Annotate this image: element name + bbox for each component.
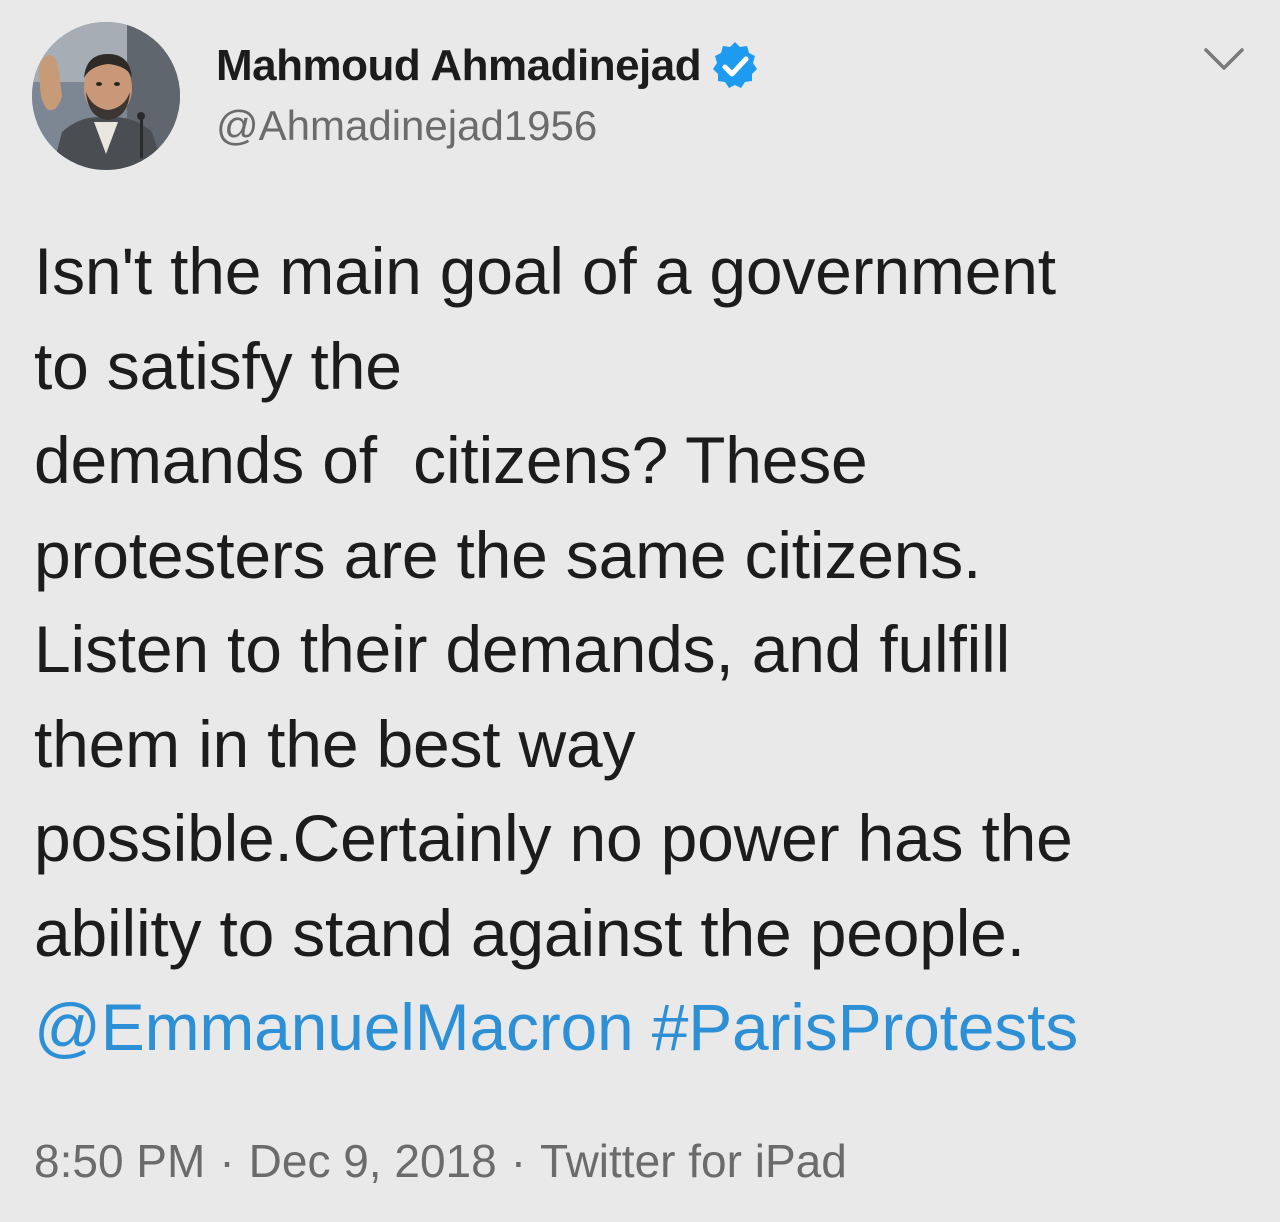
tweet-links-line: @EmmanuelMacron #ParisProtests xyxy=(34,980,1264,1075)
author-display-name[interactable]: Mahmoud Ahmadinejad xyxy=(216,41,702,91)
tweet-source[interactable]: Twitter for iPad xyxy=(540,1135,847,1187)
tweet-time[interactable]: 8:50 PM xyxy=(34,1135,205,1187)
tweet-text-line: ability to stand against the people. xyxy=(34,895,1025,970)
meta-separator: · xyxy=(219,1135,235,1187)
verified-badge-icon xyxy=(709,40,761,92)
tweet-card: Mahmoud Ahmadinejad @Ahmadinejad1956 Isn… xyxy=(0,0,1280,1222)
meta-separator: · xyxy=(510,1135,527,1187)
profile-photo xyxy=(32,22,180,170)
tweet-text: Isn't the main goal of a government to s… xyxy=(34,224,1264,1075)
tweet-text-line: demands of citizens? These xyxy=(34,423,868,497)
mention-link[interactable]: @EmmanuelMacron xyxy=(34,990,634,1064)
tweet-text-line: protesters are the same citizens. xyxy=(34,517,982,592)
tweet-text-line: possible.Certainly no power has the xyxy=(34,801,1073,875)
hashtag-link[interactable]: #ParisProtests xyxy=(652,990,1079,1064)
tweet-text-line: Listen to their demands, and fulfill xyxy=(34,612,1011,686)
avatar[interactable] xyxy=(32,22,180,170)
author-handle[interactable]: @Ahmadinejad1956 xyxy=(216,102,597,150)
author-name-row[interactable]: Mahmoud Ahmadinejad xyxy=(216,38,761,94)
tweet-metadata: 8:50 PM · Dec 9, 2018 · Twitter for iPad xyxy=(34,1134,847,1188)
tweet-text-line: them in the best way xyxy=(34,706,636,781)
tweet-date[interactable]: Dec 9, 2018 xyxy=(249,1135,497,1187)
tweet-text-line: to satisfy the xyxy=(34,328,402,403)
chevron-down-icon[interactable] xyxy=(1200,40,1248,80)
tweet-text-line: Isn't the main goal of a government xyxy=(34,234,1056,308)
